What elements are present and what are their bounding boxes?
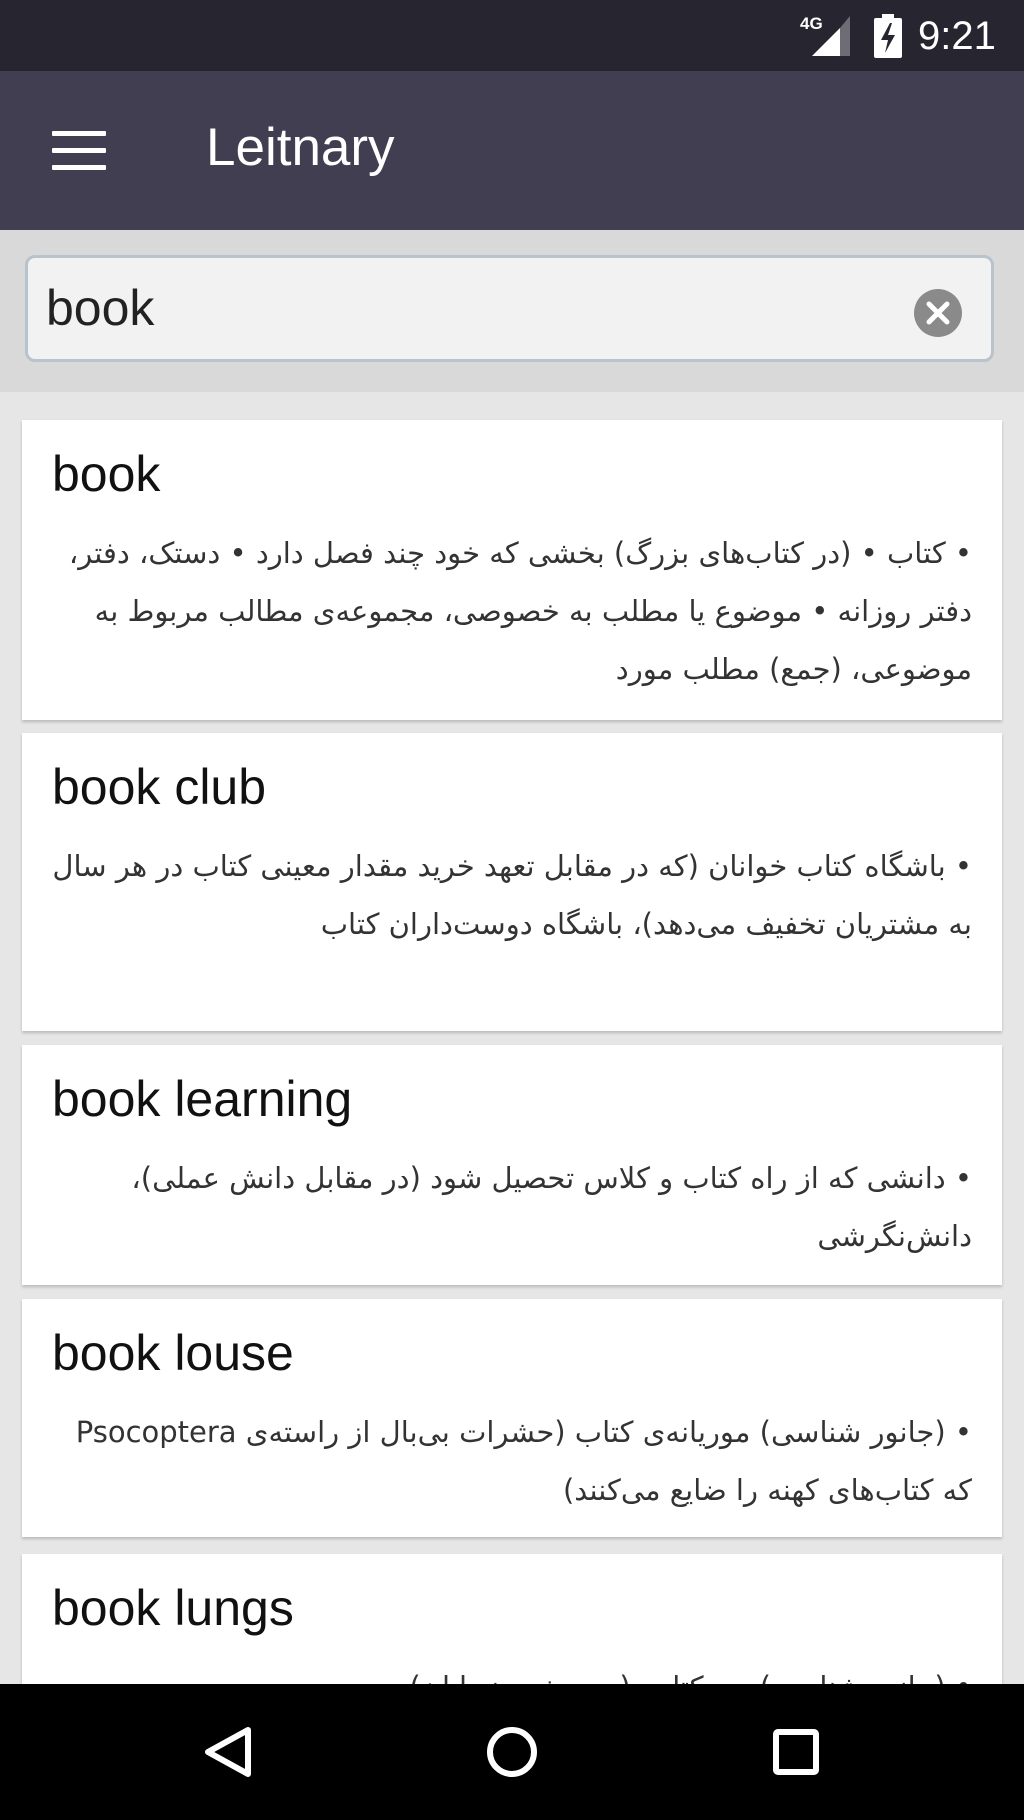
home-icon[interactable] [464,1704,560,1800]
result-definition: • کتاب • (در کتاب‌های بزرگ) بخشی که خود … [68,536,972,686]
result-word: book [52,446,161,502]
back-icon[interactable] [180,1704,276,1800]
search-input[interactable] [46,278,846,338]
navigation-bar [0,1684,1024,1820]
result-word: book lungs [52,1580,294,1636]
result-card[interactable]: book • کتاب • (در کتاب‌های بزرگ) بخشی که… [22,420,1002,720]
result-definition: • باشگاه کتاب خوانان (که در مقابل تعهد خ… [52,849,972,941]
result-word: book club [52,759,267,815]
clock: 9:21 [918,14,996,58]
result-word: book learning [52,1071,353,1127]
signal-4g-icon: 4G [800,14,852,56]
results-list: book • کتاب • (در کتاب‌های بزرگ) بخشی که… [0,392,1024,1684]
search-box[interactable] [25,255,994,362]
battery-charging-icon [874,14,902,58]
result-definition: • دانشی که از راه کتاب و کلاس تحصیل شود … [131,1161,972,1253]
app-title: Leitnary [206,118,395,177]
result-card[interactable]: book learning • دانشی که از راه کتاب و ک… [22,1045,1002,1285]
result-card[interactable]: book lungs • (جانور شناسی) ریه کتابی (در… [22,1554,1002,1684]
app-bar: Leitnary [0,71,1024,230]
hamburger-menu-icon[interactable] [52,131,108,171]
recents-icon[interactable] [748,1704,844,1800]
clear-icon[interactable] [914,289,962,337]
result-definition: • (جانور شناسی) موریانه‌ی کتاب (حشرات بی… [75,1415,972,1507]
result-card[interactable]: book louse • (جانور شناسی) موریانه‌ی کتا… [22,1299,1002,1537]
result-word: book louse [52,1325,294,1381]
result-card[interactable]: book club • باشگاه کتاب خوانان (که در مق… [22,733,1002,1031]
status-bar: 4G 9:21 [0,0,1024,71]
search-area [0,230,1024,392]
result-definition: • (جانور شناسی) ریه کتابی (در برخی بندپا… [42,1658,972,1684]
